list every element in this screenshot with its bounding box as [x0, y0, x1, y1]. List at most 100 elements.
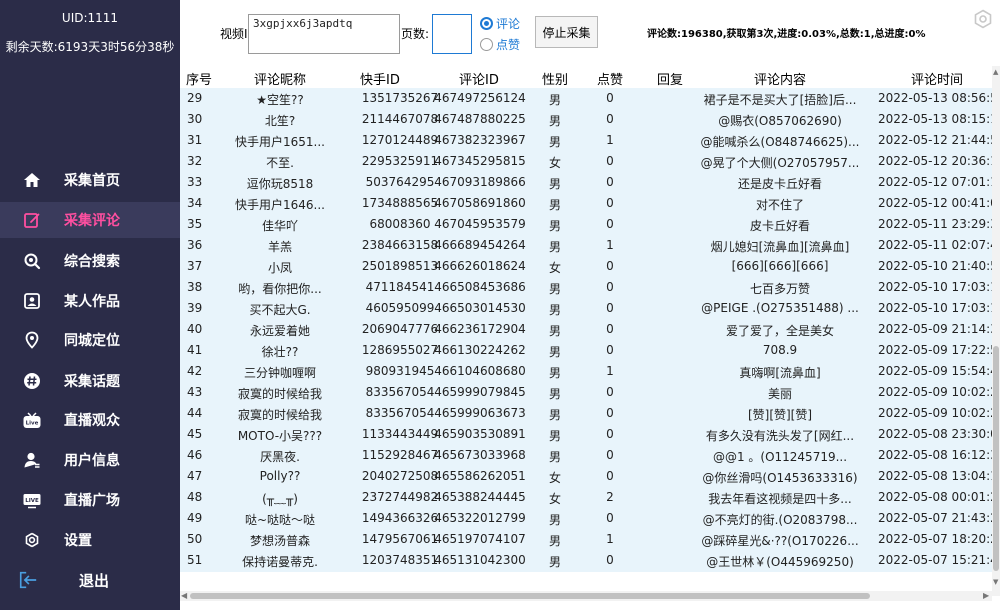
sidebar-item-user-info[interactable]: 用户信息	[0, 442, 180, 478]
table-row[interactable]: 40 永远爱着她 2069047776 466236172904 男 0 爱了爱了，全是美女…	[180, 319, 992, 340]
cell-comment-id: 465673033968	[434, 448, 526, 462]
scroll-right-arrow-icon[interactable]: ▶	[983, 591, 989, 600]
cell-gender: 男	[548, 219, 561, 233]
cell-content: 我去年看这视频是四十多...	[708, 492, 852, 506]
radio-like[interactable]: 点赞	[480, 36, 520, 53]
cell-likes: 1	[606, 364, 614, 378]
cell-nickname: 羊羔	[267, 240, 292, 254]
table-row[interactable]: 42 三分钟咖喱啊 980931945 466104608680 男 1 真嗨啊[流鼻血] 2…	[180, 361, 992, 382]
scroll-up-arrow-icon[interactable]: ▲	[993, 68, 998, 76]
cell-index: 35	[187, 217, 203, 231]
table-row[interactable]: 50 梦想汤普森 1479567061 465197074107 男 1 @踩碎星光&·??…	[180, 529, 992, 550]
table-row[interactable]: 32 不至. 2295325911 467345295815 女 0 @晃了个大侧(O270…	[180, 151, 992, 172]
table-row[interactable]: 41 徐壮?? 1286955027 466130224262 男 0 708.9 2022-…	[180, 340, 992, 361]
col-header-replies[interactable]: 回复	[657, 69, 683, 88]
scrollbar-thumb[interactable]	[190, 593, 870, 599]
cell-content: 有多久没有洗头发了[网红...	[705, 429, 855, 443]
table-row[interactable]: 37 小凤 2501898513 466626018624 女 0 [666][666][6…	[180, 256, 992, 277]
cell-content: @王世林￥(O445969250)	[706, 555, 854, 569]
sidebar-item-works[interactable]: 某人作品	[0, 283, 180, 319]
cell-likes: 0	[606, 91, 614, 105]
col-header-index[interactable]: 序号	[186, 69, 212, 88]
cell-index: 37	[187, 259, 203, 273]
table-row[interactable]: 47 Polly?? 2040272508 465586262051 女 0 @你丝滑吗(O…	[180, 466, 992, 487]
cell-comment-id: 466130224262	[434, 343, 526, 357]
col-header-kuaishou-id[interactable]: 快手ID	[360, 69, 400, 88]
cell-comment-id: 467045953579	[434, 217, 526, 231]
cell-nickname: 买不起大G.	[249, 303, 311, 317]
vertical-scrollbar[interactable]: ▲ ▼	[992, 66, 1000, 596]
sidebar-item-live-plaza[interactable]: LIVE 直播广场	[0, 482, 180, 518]
table-row[interactable]: 48 (╥﹏╥) 2372744982 465388244445 女 2 我去年看这视频是四…	[180, 487, 992, 508]
sidebar-item-settings[interactable]: 设置	[0, 522, 180, 558]
scrollbar-thumb[interactable]	[993, 346, 999, 571]
sidebar-item-label: 某人作品	[64, 294, 120, 310]
table-row[interactable]: 29 ★空笙?? 1351735267 467497256124 男 0 裙子是不是买大了[…	[180, 88, 992, 109]
sidebar-item-search[interactable]: 综合搜索	[0, 243, 180, 279]
horizontal-scrollbar[interactable]: ◀ ▶	[180, 591, 992, 601]
cell-likes: 1	[606, 238, 614, 252]
cell-content: @能喊杀么(O848746625)...	[700, 135, 860, 149]
sidebar-item-label: 采集首页	[64, 173, 120, 189]
pages-input[interactable]	[432, 14, 472, 54]
table-row[interactable]: 45 MOTO-小吴??? 1133443449 465903530891 男 0 有多久没…	[180, 424, 992, 445]
table-row[interactable]: 35 佳华吖 68008360 467045953579 男 0 皮卡丘好看 2022-05-…	[180, 214, 992, 235]
sidebar-item-live-viewers[interactable]: Live 直播观众	[0, 402, 180, 438]
cell-likes: 0	[606, 112, 614, 126]
video-id-input[interactable]: 3xgpjxx6j3apdtq	[248, 14, 400, 54]
radio-comment[interactable]: 评论	[480, 15, 520, 32]
table-row[interactable]: 49 哒~哒哒～哒 1494366326 465322012799 男 0 @不亮灯的街.(…	[180, 508, 992, 529]
hashtag-icon	[22, 371, 42, 391]
col-header-nickname[interactable]: 评论昵称	[254, 69, 306, 88]
table-row[interactable]: 34 快手用户1646... 1734888565 467058691860 男 0 对不住…	[180, 193, 992, 214]
col-header-content[interactable]: 评论内容	[754, 69, 806, 88]
col-header-comment-id[interactable]: 评论ID	[459, 69, 499, 88]
portrait-icon	[22, 291, 42, 311]
cell-time: 2022-05-11 02:07:4	[878, 238, 992, 252]
sidebar-item-home[interactable]: 采集首页	[0, 162, 180, 198]
cell-comment-id: 465322012799	[434, 511, 526, 525]
sidebar-item-comments[interactable]: 采集评论	[0, 202, 180, 238]
sidebar-item-label: 用户信息	[64, 453, 120, 469]
cell-comment-id: 465197074107	[434, 532, 526, 546]
table-row[interactable]: 43 寂寞的时候给我 833567054 465999079845 男 0 美丽 2022-0…	[180, 382, 992, 403]
cell-time: 2022-05-07 21:43:2	[878, 511, 992, 525]
table-header: 序号 评论昵称 快手ID 评论ID 性别 点赞 回复 评论内容 评论时间	[180, 66, 992, 88]
scroll-left-arrow-icon[interactable]: ◀	[181, 591, 187, 600]
table-row[interactable]: 38 哟，看你把你... 471184541 466508453686 男 0 七百多万赞 2…	[180, 277, 992, 298]
hexagon-settings-icon[interactable]	[973, 9, 993, 29]
cell-content: 七百多万赞	[749, 282, 810, 296]
table-row[interactable]: 33 逗你玩8518 503764295 467093189866 男 0 还是皮卡丘好看 2…	[180, 172, 992, 193]
cell-time: 2022-05-09 10:02:2	[878, 385, 992, 399]
sidebar-item-topics[interactable]: 采集话题	[0, 363, 180, 399]
cell-nickname: 三分钟咖喱啊	[243, 366, 316, 380]
table-row[interactable]: 46 厌黑夜. 1152928467 465673033968 男 0 @@1 。(O112…	[180, 445, 992, 466]
col-header-time[interactable]: 评论时间	[911, 69, 963, 88]
cell-time: 2022-05-10 17:03:1	[878, 280, 992, 294]
col-header-likes[interactable]: 点赞	[597, 69, 623, 88]
table-row[interactable]: 30 北笙? 2114467078 467487880225 男 0 @赐衣(O857062…	[180, 109, 992, 130]
table-row[interactable]: 51 保持诺曼蒂克. 1203748351 465131042300 男 0 @王世林￥(O…	[180, 550, 992, 571]
cell-index: 50	[187, 532, 203, 546]
cell-index: 36	[187, 238, 203, 252]
cell-likes: 0	[606, 511, 614, 525]
cell-nickname: (╥﹏╥)	[262, 492, 298, 506]
table-row[interactable]: 36 羊羔 2384663158 466689454264 男 1 烟儿媳妇[流鼻血][流鼻…	[180, 235, 992, 256]
scroll-down-arrow-icon[interactable]: ▼	[993, 578, 998, 586]
cell-comment-id: 467058691860	[434, 196, 526, 210]
cell-comment-id: 466104608680	[434, 364, 526, 378]
cell-gender: 男	[548, 198, 561, 212]
table-row[interactable]: 31 快手用户1651... 1270124489 467382323967 男 1 @能喊…	[180, 130, 992, 151]
cell-gender: 女	[548, 492, 561, 506]
comments-table: 序号 评论昵称 快手ID 评论ID 性别 点赞 回复 评论内容 评论时间 29 ★…	[180, 66, 1000, 610]
col-header-gender[interactable]: 性别	[542, 69, 568, 88]
cell-likes: 0	[606, 175, 614, 189]
stop-collect-button[interactable]: 停止采集	[535, 16, 598, 48]
cell-gender: 男	[548, 324, 561, 338]
cell-gender: 男	[548, 408, 561, 422]
table-row[interactable]: 39 买不起大G. 460595099 466503014530 男 0 @PEIGE .(…	[180, 298, 992, 319]
sidebar-item-location[interactable]: 同城定位	[0, 322, 180, 358]
cell-content: 708.9	[762, 343, 798, 357]
logout-button[interactable]: 退出	[0, 562, 180, 598]
table-row[interactable]: 44 寂寞的时候给我 833567054 465999063673 男 0 [赞][赞][赞…	[180, 403, 992, 424]
